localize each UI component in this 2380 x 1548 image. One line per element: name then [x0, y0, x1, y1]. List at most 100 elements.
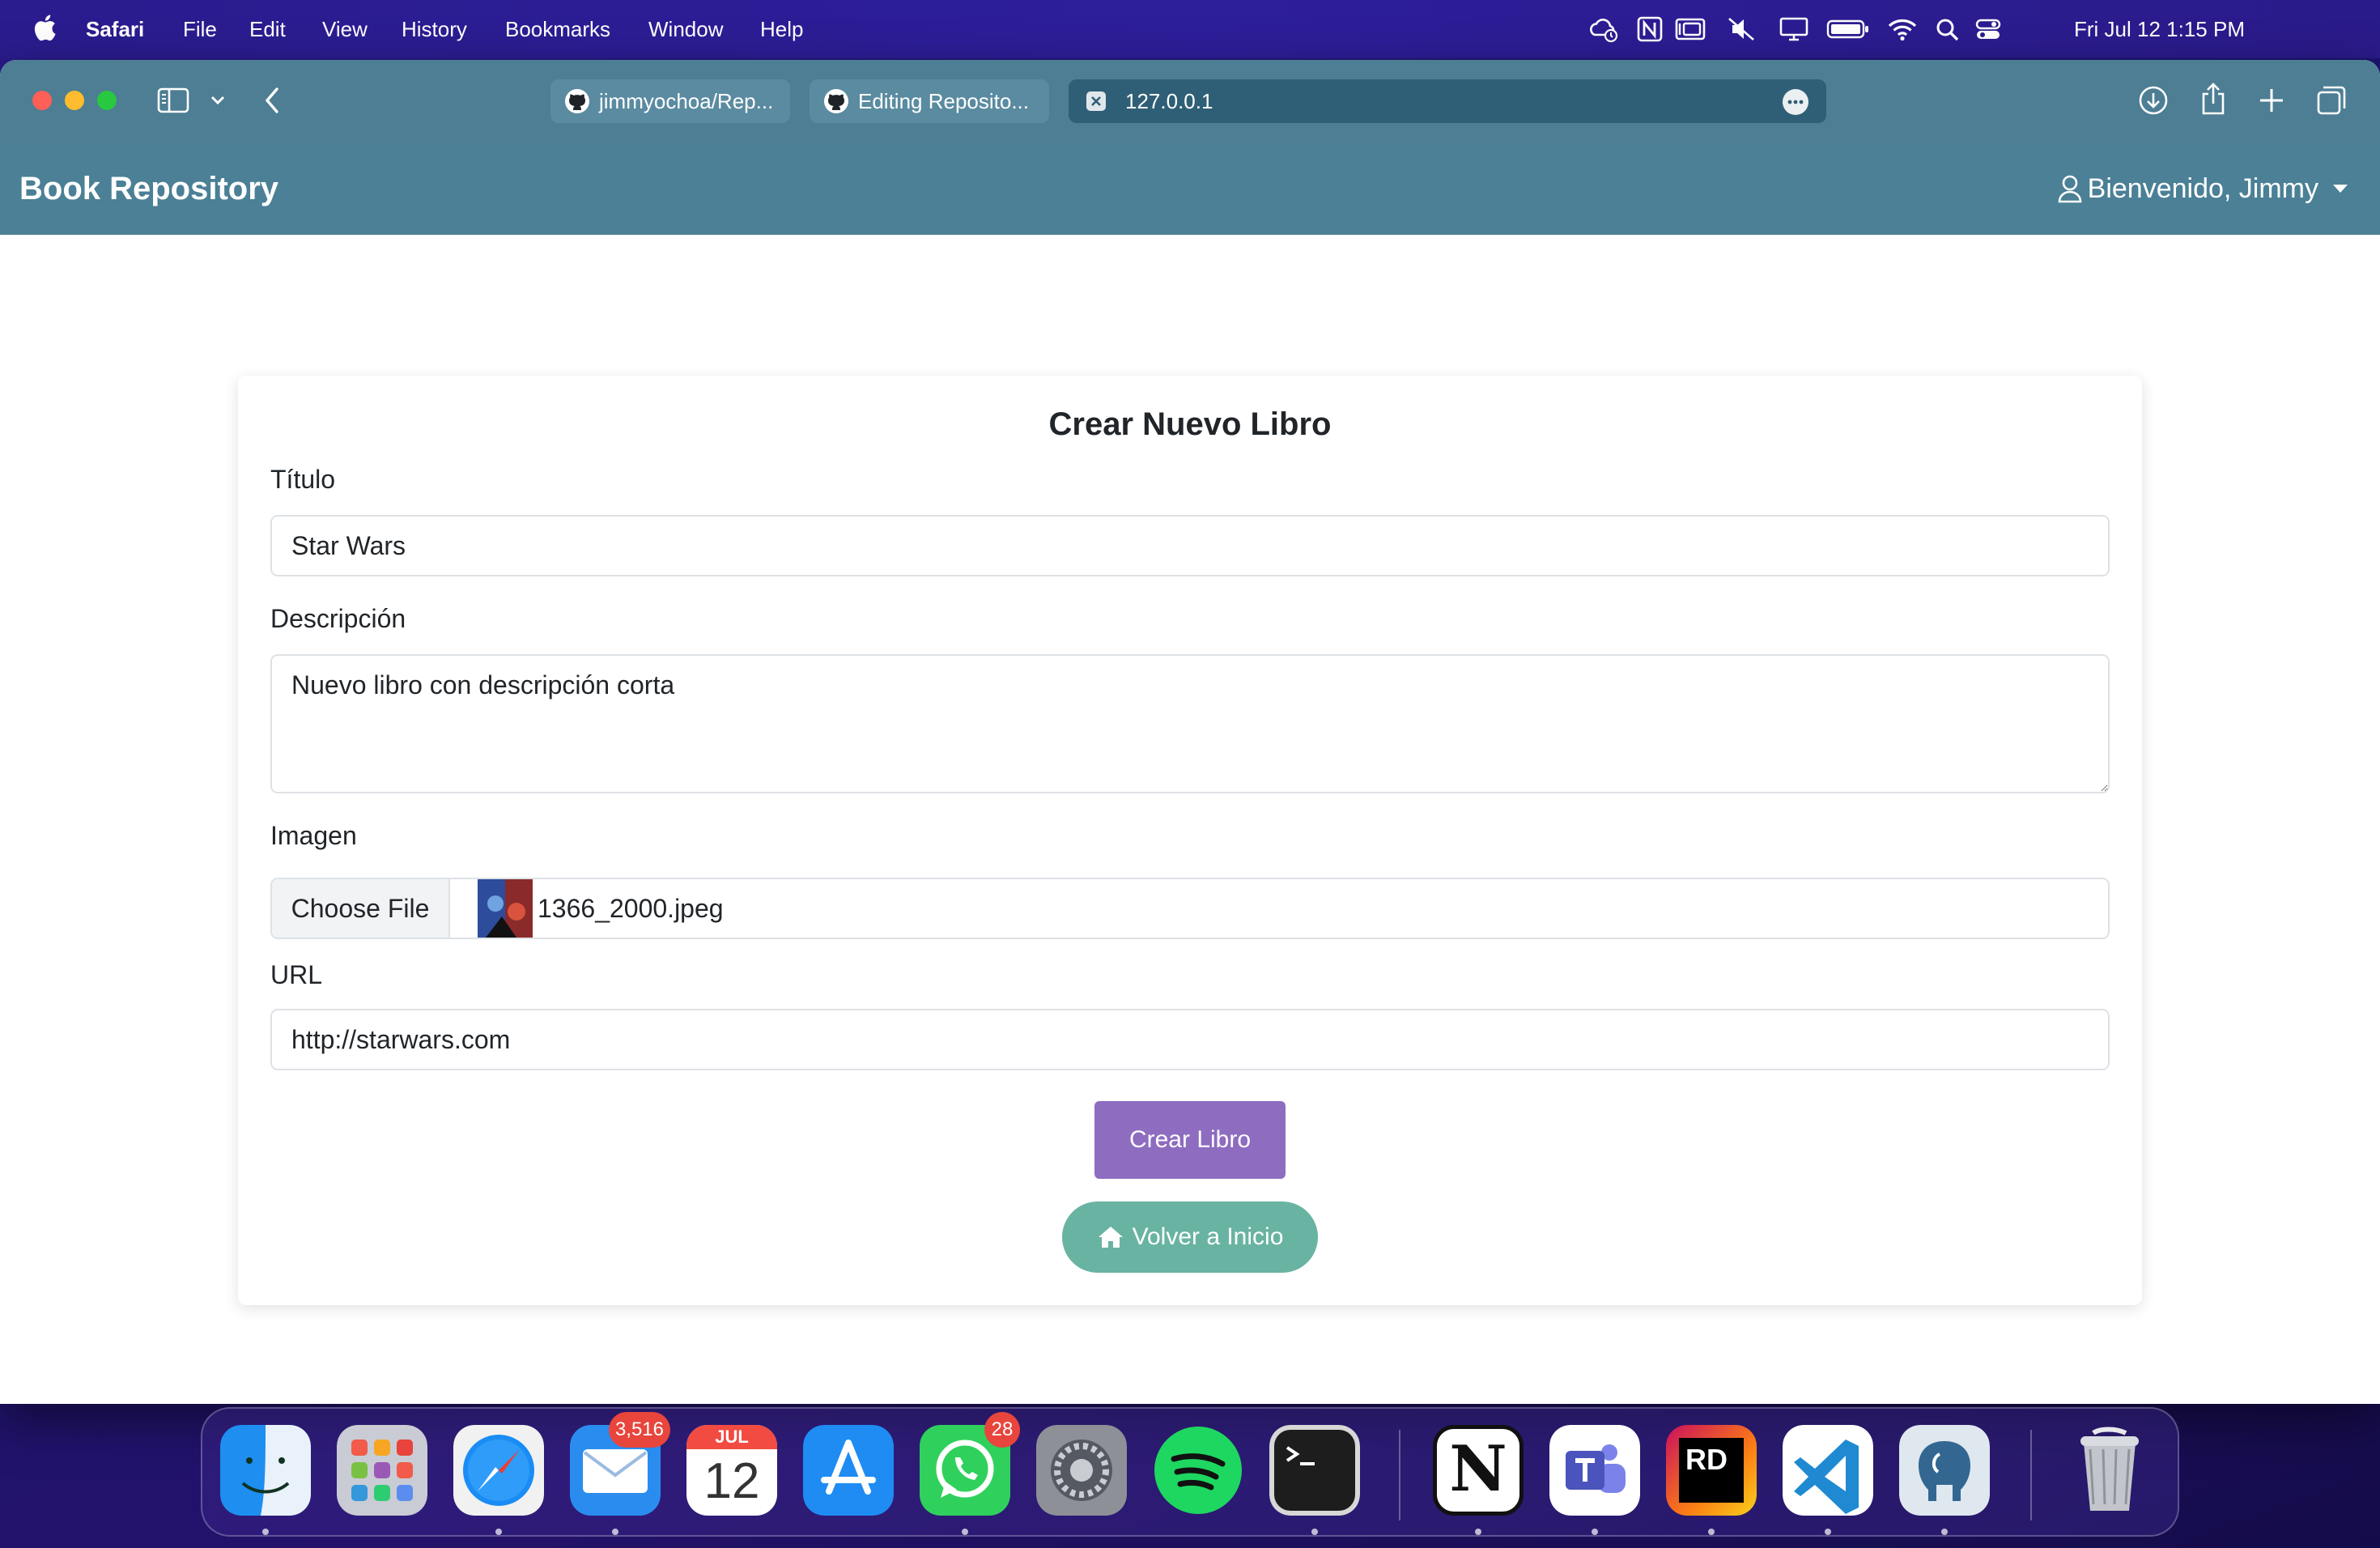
running-indicator — [1825, 1529, 1831, 1535]
safari-icon[interactable] — [453, 1425, 544, 1516]
wifi-icon[interactable] — [1886, 15, 1919, 43]
more-options-icon[interactable] — [1781, 87, 1810, 117]
close-window-button[interactable] — [32, 91, 52, 110]
choose-file-button[interactable]: Choose File — [272, 879, 450, 938]
spotlight-search-icon[interactable] — [1932, 15, 1964, 43]
zoom-window-button[interactable] — [97, 91, 117, 110]
file-thumbnail — [478, 879, 533, 938]
github-icon — [565, 89, 589, 113]
tab-localhost[interactable]: 127.0.0.1 — [1069, 79, 1826, 123]
calendar-month: JUL — [686, 1425, 777, 1449]
launchpad-icon[interactable] — [337, 1425, 427, 1516]
github-icon — [824, 89, 848, 113]
running-indicator — [962, 1529, 968, 1535]
weather-icon[interactable] — [1587, 15, 1619, 43]
title-label: Título — [270, 465, 336, 494]
calendar-icon[interactable]: JUL 12 — [686, 1425, 777, 1516]
close-icon[interactable] — [1085, 90, 1107, 113]
rider-icon[interactable]: RD — [1666, 1425, 1757, 1516]
notion-icon[interactable]: N — [1433, 1425, 1524, 1516]
user-dropdown[interactable]: Bienvenido, Jimmy — [2057, 142, 2348, 235]
menu-view[interactable]: View — [322, 0, 368, 58]
running-indicator — [262, 1529, 269, 1535]
back-home-button[interactable]: Volver a Inicio — [1062, 1201, 1318, 1273]
system-settings-icon[interactable] — [1036, 1425, 1127, 1516]
back-home-label: Volver a Inicio — [1132, 1223, 1284, 1250]
battery-icon[interactable] — [1826, 15, 1870, 43]
running-indicator — [1708, 1529, 1715, 1535]
tab-github-repo[interactable]: jimmyochoa/Rep... — [550, 79, 790, 123]
url-label: URL — [270, 960, 323, 989]
tab-label: Editing Reposito... — [858, 88, 1030, 113]
menu-bar: Safari File Edit View History Bookmarks … — [0, 0, 2380, 58]
mail-app[interactable]: 3,516 — [570, 1412, 670, 1516]
caret-down-icon — [2333, 185, 2348, 193]
site-navbar: Book Repository Bienvenido, Jimmy — [0, 142, 2380, 235]
menu-history[interactable]: History — [402, 0, 467, 58]
dock: 3,516 JUL 12 28 N RD — [201, 1407, 2179, 1537]
tab-editing-repository[interactable]: Editing Reposito... — [810, 79, 1049, 123]
rider-logo-text: RD — [1679, 1438, 1744, 1503]
calendar-day: 12 — [703, 1453, 760, 1509]
new-tab-icon[interactable] — [2257, 86, 2286, 115]
running-indicator — [1941, 1529, 1948, 1535]
browser-toolbar: jimmyochoa/Rep... Editing Reposito... 12… — [0, 60, 2380, 142]
tab-label: 127.0.0.1 — [1125, 88, 1213, 113]
title-input[interactable] — [270, 515, 2110, 576]
stage-manager-icon[interactable] — [1674, 15, 1706, 43]
vscode-icon[interactable] — [1783, 1425, 1873, 1516]
pgadmin-icon[interactable] — [1899, 1425, 1990, 1516]
running-indicator — [1475, 1529, 1481, 1535]
tab-label: jimmyochoa/Rep... — [599, 88, 774, 113]
terminal-icon[interactable] — [1269, 1425, 1360, 1516]
downloads-icon[interactable] — [2137, 84, 2170, 117]
user-icon — [2058, 175, 2081, 203]
url-input[interactable] — [270, 1009, 2110, 1070]
minimize-window-button[interactable] — [65, 91, 84, 110]
finder-icon[interactable] — [220, 1425, 311, 1516]
whatsapp-app[interactable]: 28 — [920, 1412, 1020, 1516]
image-label: Imagen — [270, 821, 357, 850]
create-book-card: Crear Nuevo Libro Título Descripción Nue… — [238, 376, 2142, 1305]
site-brand[interactable]: Book Repository — [19, 142, 278, 235]
image-file-input[interactable]: Choose File 1366_2000.jpeg — [270, 878, 2110, 939]
menu-help[interactable]: Help — [760, 0, 803, 58]
notion-menubar-icon[interactable] — [1634, 15, 1666, 43]
running-indicator — [612, 1529, 618, 1535]
app-store-icon[interactable] — [803, 1425, 894, 1516]
user-greeting: Bienvenido, Jimmy — [2087, 172, 2318, 204]
running-indicator — [495, 1529, 502, 1535]
share-icon[interactable] — [2197, 81, 2229, 117]
home-icon — [1098, 1227, 1123, 1248]
trash-icon[interactable] — [2064, 1425, 2155, 1516]
page-content: Crear Nuevo Libro Título Descripción Nue… — [0, 235, 2380, 1404]
menu-app-name[interactable]: Safari — [86, 0, 144, 58]
mute-icon[interactable] — [1726, 15, 1758, 43]
apple-logo-icon[interactable] — [32, 13, 57, 42]
description-label: Descripción — [270, 604, 406, 633]
menu-bookmarks[interactable]: Bookmarks — [505, 0, 610, 58]
description-textarea[interactable]: Nuevo libro con descripción corta — [270, 654, 2110, 793]
sidebar-toggle-icon[interactable] — [157, 86, 189, 115]
back-arrow-icon[interactable] — [261, 84, 283, 117]
spotify-icon[interactable] — [1153, 1425, 1243, 1516]
mail-unread-badge: 3,516 — [608, 1412, 670, 1448]
create-book-button[interactable]: Crear Libro — [1094, 1101, 1286, 1179]
dock-separator — [1399, 1430, 1400, 1520]
menu-edit[interactable]: Edit — [249, 0, 286, 58]
chevron-down-icon[interactable] — [209, 92, 227, 108]
menu-window[interactable]: Window — [648, 0, 723, 58]
safari-window: jimmyochoa/Rep... Editing Reposito... 12… — [0, 60, 2380, 1404]
menubar-clock[interactable]: Fri Jul 12 1:15 PM — [2074, 0, 2245, 58]
selected-file-name: 1366_2000.jpeg — [538, 894, 724, 923]
teams-icon[interactable] — [1549, 1425, 1640, 1516]
control-center-icon[interactable] — [1972, 15, 2004, 43]
page-title: Crear Nuevo Libro — [1048, 406, 1332, 442]
dock-separator — [2030, 1430, 2032, 1520]
running-indicator — [1311, 1529, 1318, 1535]
menu-file[interactable]: File — [183, 0, 217, 58]
running-indicator — [1592, 1529, 1598, 1535]
tab-overview-icon[interactable] — [2315, 84, 2348, 117]
whatsapp-unread-badge: 28 — [984, 1412, 1020, 1448]
display-icon[interactable] — [1778, 15, 1810, 43]
